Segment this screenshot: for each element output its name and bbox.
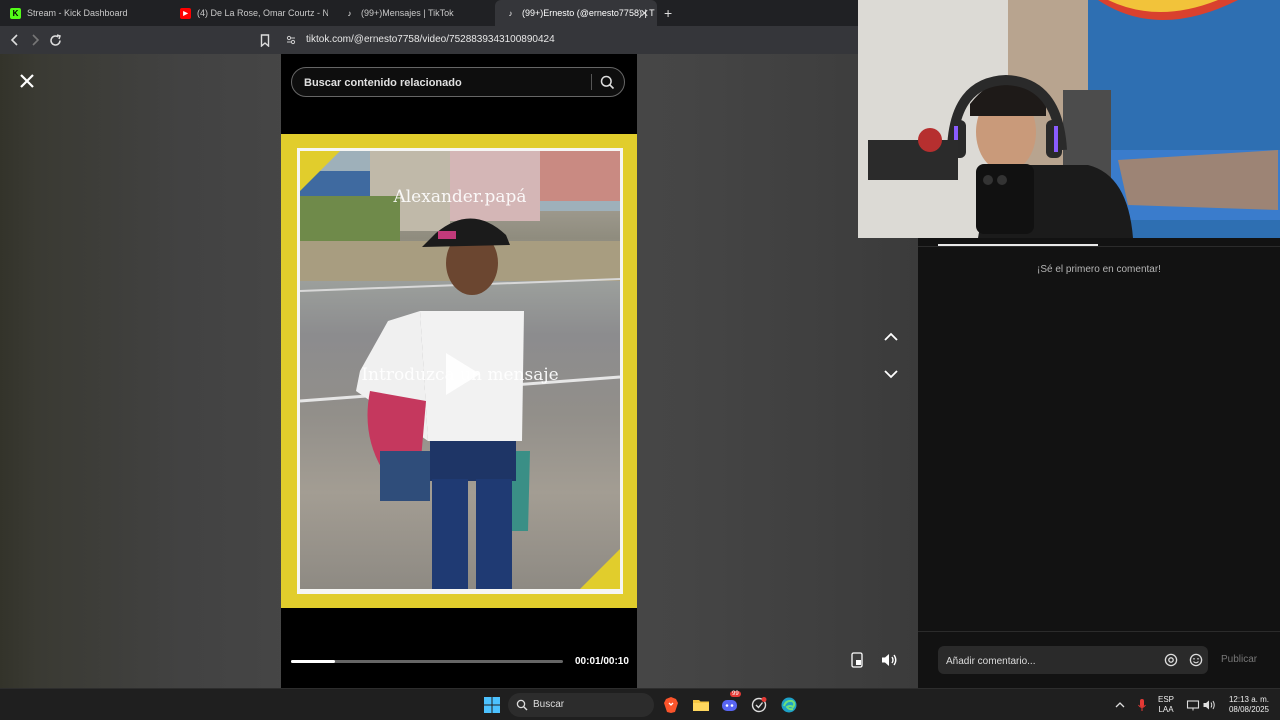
- related-search-input[interactable]: [302, 74, 586, 92]
- video-player: Alexander.papá Introduzca un mensaje 00:…: [281, 54, 637, 688]
- tiktok-icon: ♪: [508, 8, 513, 18]
- kick-icon: K: [10, 7, 21, 19]
- keyboard-layout: LAA: [1158, 705, 1174, 714]
- brave-browser-button[interactable]: [662, 696, 680, 714]
- search-icon: [516, 699, 528, 711]
- publish-button[interactable]: Publicar: [1221, 654, 1257, 665]
- bookmark-icon: [260, 33, 270, 47]
- video-progress-fill: [291, 660, 335, 663]
- app-button[interactable]: [750, 696, 768, 714]
- video-progress-bar[interactable]: [291, 660, 563, 663]
- floating-player-button[interactable]: [850, 652, 868, 670]
- search-icon: [600, 75, 615, 90]
- discord-button[interactable]: 99: [721, 691, 741, 714]
- file-explorer-button[interactable]: [692, 696, 710, 714]
- tray-overflow-button[interactable]: [1114, 696, 1132, 714]
- start-button[interactable]: [483, 696, 501, 714]
- comment-input[interactable]: [944, 652, 1158, 670]
- clock-date: 08/08/2025: [1228, 705, 1270, 714]
- close-icon: [20, 74, 34, 88]
- chevron-left-icon: [10, 34, 18, 46]
- new-tab-button[interactable]: +: [664, 5, 672, 21]
- close-tab-icon[interactable]: ✕: [640, 7, 649, 20]
- tab-title: (99+)Mensajes | TikTok: [361, 8, 454, 18]
- webcam-overlay: [858, 0, 1280, 238]
- taskbar-search[interactable]: Buscar: [508, 693, 654, 717]
- clock-time: 12:13 a. m.: [1228, 695, 1270, 704]
- emoji-button[interactable]: [1189, 653, 1203, 672]
- tune-icon: [286, 35, 296, 45]
- search-button[interactable]: [600, 75, 615, 95]
- video-frame[interactable]: Alexander.papá Introduzca un mensaje: [281, 134, 637, 608]
- at-mention-icon: [1164, 653, 1178, 667]
- mention-button[interactable]: [1164, 653, 1178, 672]
- comments-panel: ¡Sé el primero en comentar! Publicar: [918, 238, 1280, 688]
- microphone-icon: [1138, 699, 1146, 711]
- frame-corner: [300, 151, 340, 191]
- clock[interactable]: 12:13 a. m. 08/08/2025: [1224, 695, 1274, 715]
- discord-icon: [722, 700, 737, 711]
- discord-badge: 99: [730, 691, 741, 697]
- related-search-bar: [291, 67, 625, 97]
- brave-icon: [664, 697, 678, 713]
- video-photo: Alexander.papá Introduzca un mensaje: [297, 148, 623, 594]
- empty-comments-message: ¡Sé el primero en comentar!: [1037, 264, 1161, 275]
- bookmark-button[interactable]: [256, 31, 274, 49]
- emoji-icon: [1189, 653, 1203, 667]
- tab-kick-dashboard[interactable]: K Stream - Kick Dashboard: [0, 0, 170, 26]
- frame-corner: [580, 549, 620, 589]
- taskbar-search-label: Buscar: [533, 699, 565, 710]
- play-icon[interactable]: [446, 353, 480, 395]
- reload-icon: [49, 33, 61, 46]
- previous-video-button[interactable]: [880, 326, 902, 348]
- webcam-illustration: [858, 0, 1280, 238]
- speaker-icon: [1203, 700, 1215, 710]
- browser-tab-bar: K Stream - Kick Dashboard ▶ (4) De La Ro…: [0, 0, 858, 26]
- chevron-up-icon: [884, 332, 898, 341]
- address-bar[interactable]: tiktok.com/@ernesto7758/video/7528839343…: [306, 34, 555, 45]
- browser-toolbar: tiktok.com/@ernesto7758/video/7528839343…: [0, 26, 858, 54]
- tab-youtube[interactable]: ▶ (4) De La Rose, Omar Courtz - NUBES: [170, 0, 328, 26]
- volume-icon: [882, 654, 897, 666]
- chevron-up-icon: [1115, 702, 1125, 708]
- network-icon: [1186, 700, 1200, 711]
- tab-title: (4) De La Rose, Omar Courtz - NUBES: [197, 8, 328, 18]
- volume-tray-button[interactable]: [1202, 696, 1220, 714]
- tiktok-video-page: Alexander.papá Introduzca un mensaje 00:…: [0, 54, 918, 688]
- video-scene: Alexander.papá Introduzca un mensaje: [300, 151, 620, 589]
- floating-player-icon: [851, 652, 863, 668]
- tab-tiktok-profile[interactable]: ♪ (99+)Ernesto (@ernesto7758) | T ✕: [495, 0, 657, 26]
- video-time: 00:01/00:10: [575, 656, 629, 667]
- next-video-button[interactable]: [880, 363, 902, 385]
- app-icon: [751, 697, 767, 713]
- windows-icon: [484, 697, 500, 713]
- edge-icon: [781, 697, 797, 713]
- search-divider: [591, 74, 592, 90]
- comment-divider: [918, 631, 1280, 632]
- forward-button[interactable]: [26, 31, 44, 49]
- microphone-button[interactable]: [1136, 696, 1154, 714]
- video-caption-name: Alexander.papá: [393, 187, 527, 207]
- edge-browser-button[interactable]: [780, 696, 798, 714]
- volume-button[interactable]: [880, 652, 898, 670]
- tab-title: Stream - Kick Dashboard: [27, 8, 128, 18]
- tab-tiktok-messages[interactable]: ♪ (99+)Mensajes | TikTok: [334, 0, 494, 26]
- folder-icon: [693, 700, 709, 711]
- youtube-icon: ▶: [180, 7, 191, 19]
- back-button[interactable]: [6, 31, 24, 49]
- site-info-button[interactable]: [282, 31, 300, 49]
- reload-button[interactable]: [46, 31, 64, 49]
- tab-title: (99+)Ernesto (@ernesto7758) | T: [522, 8, 655, 18]
- language-indicator[interactable]: ESP LAA: [1158, 695, 1174, 715]
- active-tab-indicator: [938, 244, 1098, 246]
- tab-divider: [918, 246, 1280, 247]
- comment-box: [938, 646, 1208, 674]
- windows-taskbar: Buscar 99 ESP LAA 12:13 a. m. 08/08/2025: [0, 688, 1280, 720]
- tiktok-icon: ♪: [347, 8, 352, 18]
- chevron-down-icon: [884, 370, 898, 379]
- language-code: ESP: [1158, 695, 1175, 704]
- close-video-button[interactable]: [16, 70, 38, 92]
- chevron-right-icon: [32, 34, 40, 46]
